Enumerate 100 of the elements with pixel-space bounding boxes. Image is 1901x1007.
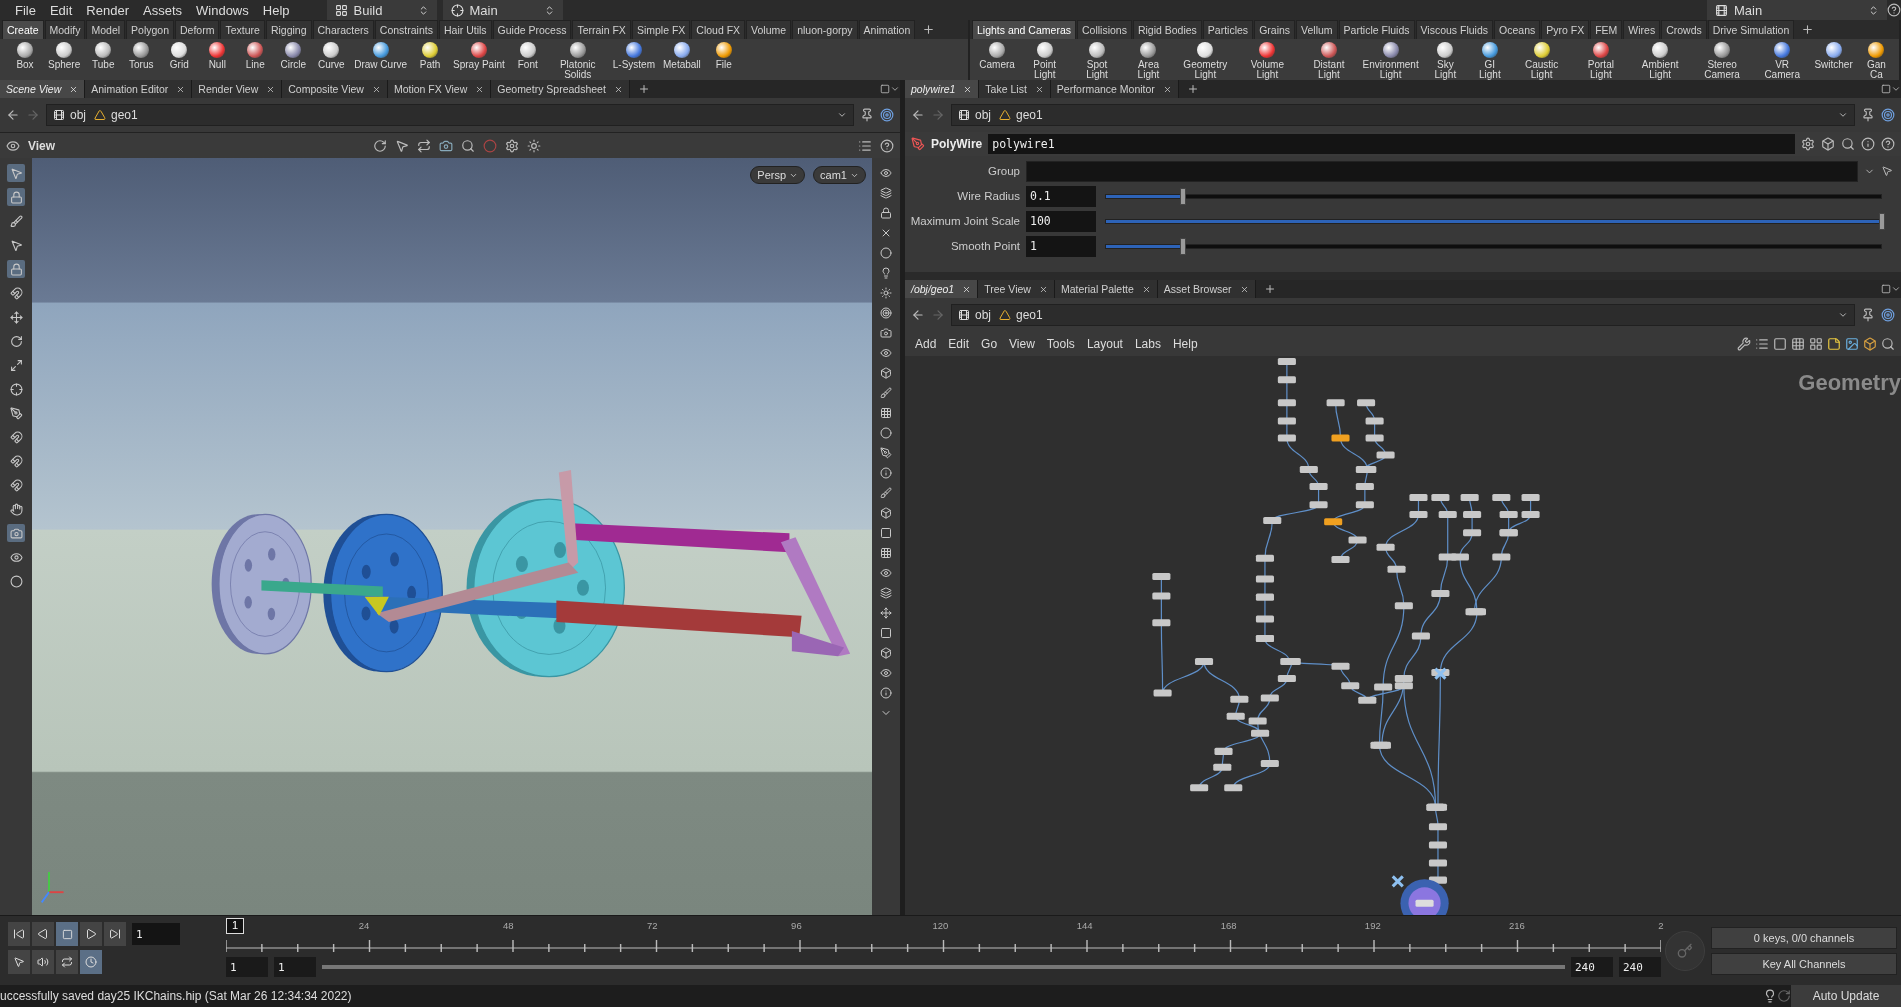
3d-viewport[interactable]: Persp cam1	[32, 158, 872, 915]
menu-item[interactable]: Edit	[42, 2, 80, 18]
network-menu-item[interactable]: Add	[911, 337, 941, 351]
path-field[interactable]: obj geo1	[46, 104, 854, 126]
shelf-tool[interactable]: Distant Light	[1300, 42, 1358, 80]
value-field[interactable]: 0.1	[1026, 185, 1096, 207]
menu-item[interactable]: Windows	[189, 2, 256, 18]
shelf-tab[interactable]: Particles	[1202, 20, 1254, 39]
shelf-tool[interactable]: Draw Curve	[352, 42, 410, 70]
shelf-tab[interactable]: Hair Utils	[438, 20, 492, 39]
camera-menu-button[interactable]: cam1	[813, 166, 866, 184]
playback-start-field[interactable]: 1	[274, 957, 316, 977]
path-segment[interactable]: geo1	[999, 108, 1043, 122]
shelf-tab[interactable]: Terrain FX	[572, 20, 631, 39]
shelf-tool[interactable]: Geometry Light	[1176, 42, 1235, 80]
shelf-tab[interactable]: Rigging	[265, 20, 312, 39]
path-segment[interactable]: obj	[53, 108, 86, 122]
shelf-tab[interactable]: FEM	[1590, 20, 1623, 39]
shelf-tool[interactable]: Platonic Solids	[548, 42, 607, 80]
pane-tab[interactable]: Scene View	[0, 80, 86, 98]
shelf-tool[interactable]: L-System	[610, 42, 657, 70]
shelf-tool[interactable]: Tube	[86, 42, 121, 70]
shelf-tool[interactable]: Portal Light	[1574, 42, 1628, 80]
shelf-tool[interactable]: Sky Light	[1423, 42, 1468, 80]
pane-tab[interactable]: Animation Editor	[85, 80, 193, 98]
shelf-tool[interactable]: Ambient Light	[1631, 42, 1690, 80]
shelf-tab[interactable]: Wires	[1623, 20, 1661, 39]
shelf-tab[interactable]: Deform	[175, 20, 220, 39]
shelf-tool[interactable]: VR Camera	[1755, 42, 1810, 80]
range-start-field[interactable]: 1	[226, 957, 268, 977]
playback-end-field[interactable]: 240	[1571, 957, 1613, 977]
pane-tab[interactable]: Material Palette	[1054, 280, 1158, 298]
path-field[interactable]: obj geo1	[951, 304, 1855, 326]
shelf-tool[interactable]: Path	[413, 42, 448, 70]
pane-tab[interactable]: Motion FX View	[387, 80, 492, 98]
shelf-tab[interactable]: Guide Process	[492, 20, 572, 39]
path-segment[interactable]: geo1	[999, 308, 1043, 322]
node-name-field[interactable]: polywire1	[988, 134, 1795, 154]
shelf-tab[interactable]: Texture	[220, 20, 265, 39]
shelf-tab[interactable]: Pyro FX	[1541, 20, 1590, 39]
path-segment[interactable]: geo1	[94, 108, 138, 122]
shelf-tab[interactable]: Characters	[312, 20, 374, 39]
network-menu-item[interactable]: Go	[977, 337, 1002, 351]
desktop-selector[interactable]: Build	[326, 0, 437, 20]
frame-field[interactable]: 1	[132, 923, 180, 945]
shelf-tab[interactable]: Vellum	[1296, 20, 1338, 39]
pane-tab[interactable]: Take List	[979, 80, 1051, 98]
shelf-tab[interactable]: Viscous Fluids	[1415, 20, 1494, 39]
pane-tab[interactable]: Performance Monitor	[1050, 80, 1179, 98]
current-frame-marker[interactable]: 1	[226, 918, 245, 934]
shelf-tool[interactable]: Null	[200, 42, 235, 70]
network-menu-item[interactable]: Help	[1168, 337, 1202, 351]
shelf-tool[interactable]: Torus	[124, 42, 159, 70]
network-editor[interactable]: Geometry	[905, 356, 1901, 915]
pane-tab[interactable]: Composite View	[282, 80, 388, 98]
shelf-tab[interactable]: Drive Simulation	[1707, 20, 1795, 39]
menu-item[interactable]: Render	[79, 2, 136, 18]
shelf-tab[interactable]: Constraints	[374, 20, 438, 39]
shelf-tool[interactable]: Area Light	[1124, 42, 1173, 80]
shelf-tab[interactable]: Crowds	[1661, 20, 1707, 39]
pane-tab[interactable]: Tree View	[978, 280, 1055, 298]
shelf-tool[interactable]: Switcher	[1813, 42, 1854, 70]
shelf-tool[interactable]: Camera	[978, 42, 1017, 70]
shelf-tool[interactable]: Line	[238, 42, 273, 70]
shelf-tab[interactable]: Cloud FX	[691, 20, 746, 39]
shelf-tab[interactable]: Model	[86, 20, 126, 39]
shelf-tab[interactable]: Lights and Cameras	[972, 20, 1076, 39]
context-selector[interactable]: Main	[1707, 0, 1887, 20]
shelf-tool[interactable]: Caustic Light	[1512, 42, 1571, 80]
menu-item[interactable]: File	[8, 2, 43, 18]
shelf-tab[interactable]: Simple FX	[631, 20, 691, 39]
shelf-tool[interactable]: Point Light	[1020, 42, 1070, 80]
pane-tab[interactable]: Asset Browser	[1157, 280, 1256, 298]
network-menu-item[interactable]: Layout	[1082, 337, 1127, 351]
shelf-tab[interactable]: Grains	[1254, 20, 1296, 39]
path-field[interactable]: obj geo1	[951, 104, 1855, 126]
key-all-channels-button[interactable]: Key All Channels	[1711, 952, 1897, 975]
shelf-tool[interactable]: Gan Ca	[1857, 42, 1895, 80]
camera-menu-button[interactable]: Persp	[750, 166, 806, 184]
context-selector[interactable]: Main	[442, 0, 563, 20]
keys-status-button[interactable]: 0 keys, 0/0 channels	[1711, 926, 1897, 949]
network-menu-item[interactable]: Tools	[1042, 337, 1079, 351]
shelf-tool[interactable]: Grid	[162, 42, 197, 70]
shelf-tool[interactable]: Metaball	[661, 42, 703, 70]
shelf-tab[interactable]: Volume	[746, 20, 792, 39]
pane-tab[interactable]: Render View	[192, 80, 283, 98]
menu-item[interactable]: Help	[255, 2, 297, 18]
shelf-tool[interactable]: Volume Light	[1238, 42, 1297, 80]
shelf-tool[interactable]: Box	[8, 42, 42, 70]
pane-tab[interactable]: /obj/geo1	[905, 280, 979, 298]
path-segment[interactable]: obj	[958, 108, 991, 122]
shelf-tab[interactable]: Rigid Bodies	[1132, 20, 1202, 39]
auto-update-button[interactable]: Auto Update	[1791, 985, 1901, 1007]
network-menu-item[interactable]: View	[1005, 337, 1039, 351]
shelf-tool[interactable]: Spray Paint	[451, 42, 507, 70]
network-menu-item[interactable]: Edit	[944, 337, 974, 351]
shelf-tool[interactable]: GI Light	[1471, 42, 1509, 80]
shelf-tab[interactable]: Polygon	[126, 20, 174, 39]
value-field[interactable]: 1	[1026, 235, 1096, 257]
shelf-tab[interactable]: Particle Fluids	[1338, 20, 1415, 39]
